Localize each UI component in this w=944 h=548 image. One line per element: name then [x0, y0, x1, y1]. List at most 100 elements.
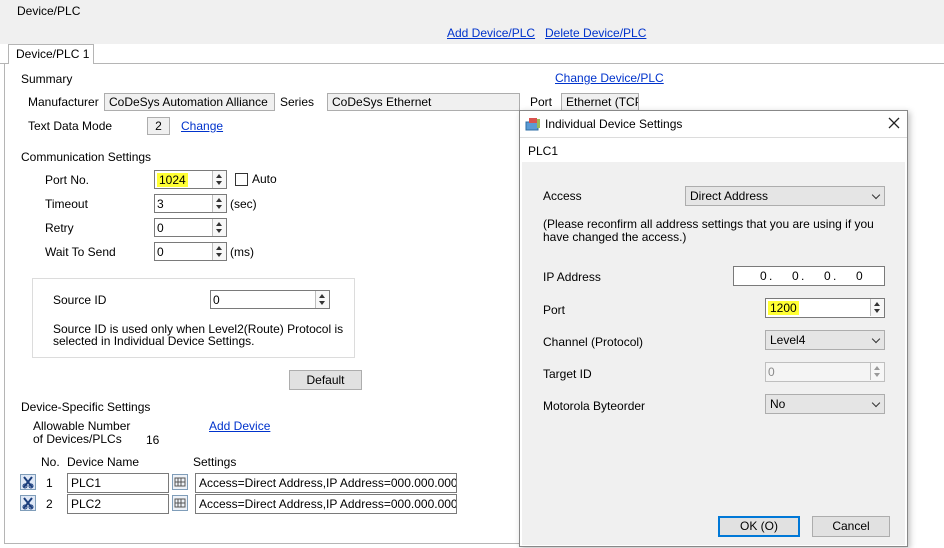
port-stepper[interactable]: 1200	[765, 298, 885, 318]
ip-address-field[interactable]: 0 . 0 . 0 . 0	[733, 266, 885, 286]
source-id-label: Source ID	[53, 293, 107, 307]
row-no: 2	[46, 497, 53, 511]
port-field: Ethernet (TCP)	[561, 93, 639, 111]
ip-octet-4[interactable]: 0	[856, 269, 863, 283]
target-id-value: 0	[768, 365, 775, 379]
spin-up-icon[interactable]	[216, 174, 222, 178]
add-device-link[interactable]: Add Device	[209, 419, 270, 433]
ok-button[interactable]: OK (O)	[718, 516, 800, 537]
close-icon[interactable]	[886, 115, 902, 131]
port-label: Port	[543, 303, 566, 317]
auto-checkbox[interactable]	[235, 173, 248, 186]
chevron-down-icon	[871, 398, 881, 408]
row-no: 1	[46, 476, 53, 490]
timeout-stepper[interactable]: 3	[154, 194, 227, 213]
retry-stepper[interactable]: 0	[154, 218, 227, 237]
window-title: Device/PLC	[17, 4, 81, 18]
timeout-value: 3	[157, 197, 164, 211]
wait-to-send-label: Wait To Send	[45, 245, 116, 259]
target-id-arrows	[870, 363, 884, 380]
access-note-line1: (Please reconfirm all address settings t…	[543, 217, 874, 231]
source-id-arrows[interactable]	[315, 291, 329, 308]
ip-octet-3[interactable]: 0	[824, 269, 831, 283]
spin-down-icon[interactable]	[216, 205, 222, 209]
device-settings-field: Access=Direct Address,IP Address=000.000…	[195, 473, 457, 493]
spin-up-icon[interactable]	[319, 294, 325, 298]
device-name-field[interactable]: PLC2	[67, 494, 169, 514]
dialog-title: Individual Device Settings	[545, 117, 683, 131]
cancel-button[interactable]: Cancel	[812, 516, 890, 537]
timeout-arrows[interactable]	[212, 195, 226, 212]
delete-row-icon[interactable]	[20, 495, 36, 511]
motorola-byteorder-select[interactable]: No	[765, 394, 885, 414]
dialog-separator	[520, 137, 907, 138]
delete-device-plc-link[interactable]: Delete Device/PLC	[545, 26, 646, 40]
spin-down-icon[interactable]	[874, 309, 880, 313]
spin-down-icon[interactable]	[216, 229, 222, 233]
settings-grid-icon[interactable]	[172, 495, 188, 511]
chevron-down-icon	[871, 334, 881, 344]
panel-left-border	[4, 64, 5, 544]
column-header-settings: Settings	[193, 455, 237, 469]
series-label: Series	[280, 95, 315, 109]
wait-to-send-stepper[interactable]: 0	[154, 242, 227, 261]
port-arrows[interactable]	[870, 299, 884, 316]
ip-dot: .	[769, 269, 773, 283]
port-no-value: 1024	[157, 173, 188, 187]
tab-device-plc-1[interactable]: Device/PLC 1	[8, 44, 94, 64]
chevron-down-icon	[871, 190, 881, 200]
auto-label: Auto	[252, 172, 277, 186]
port-no-label: Port No.	[45, 173, 90, 187]
target-id-label: Target ID	[543, 367, 592, 381]
channel-protocol-select[interactable]: Level4	[765, 330, 885, 350]
wait-to-send-value: 0	[157, 245, 164, 259]
spin-down-icon[interactable]	[319, 301, 325, 305]
allowable-number-value: 16	[146, 433, 160, 447]
spin-up-icon[interactable]	[216, 222, 222, 226]
retry-arrows[interactable]	[212, 219, 226, 236]
access-select[interactable]: Direct Address	[685, 186, 885, 206]
access-note-line2: have changed the access.)	[543, 230, 687, 244]
ip-dot: .	[833, 269, 837, 283]
delete-row-icon[interactable]	[20, 474, 36, 490]
access-value: Direct Address	[690, 189, 769, 203]
column-header-no: No.	[41, 455, 60, 469]
dialog-app-icon	[525, 117, 541, 134]
add-device-plc-link[interactable]: Add Device/PLC	[447, 26, 535, 40]
spin-down-icon[interactable]	[216, 181, 222, 185]
device-specific-heading: Device-Specific Settings	[21, 400, 151, 414]
individual-device-settings-dialog: Individual Device Settings PLC1 Access D…	[519, 110, 908, 547]
column-header-device-name: Device Name	[67, 455, 140, 469]
spin-down-icon[interactable]	[216, 253, 222, 257]
device-name-field[interactable]: PLC1	[67, 473, 169, 493]
wait-to-send-unit: (ms)	[230, 245, 254, 259]
source-id-stepper[interactable]: 0	[210, 290, 330, 309]
motorola-byteorder-value: No	[770, 397, 786, 411]
settings-grid-icon[interactable]	[172, 474, 188, 490]
spin-up-icon[interactable]	[874, 302, 880, 306]
device-settings-field: Access=Direct Address,IP Address=000.000…	[195, 494, 457, 514]
retry-label: Retry	[45, 221, 74, 235]
spin-up-icon[interactable]	[216, 246, 222, 250]
ip-octet-2[interactable]: 0	[792, 269, 799, 283]
default-button[interactable]: Default	[289, 370, 362, 390]
port-no-stepper[interactable]: 1024	[154, 170, 227, 189]
manufacturer-label: Manufacturer	[28, 95, 99, 109]
port-no-arrows[interactable]	[212, 171, 226, 188]
change-device-plc-link[interactable]: Change Device/PLC	[555, 71, 664, 85]
port-label: Port	[530, 95, 553, 109]
ip-octet-1[interactable]: 0	[760, 269, 767, 283]
tab-label: Device/PLC 1	[16, 47, 90, 61]
source-id-note-line2: selected in Individual Device Settings.	[53, 334, 255, 348]
target-id-stepper: 0	[765, 362, 885, 382]
text-data-mode-field: 2	[147, 117, 170, 135]
panel-bottom-border	[4, 543, 524, 544]
summary-heading: Summary	[21, 72, 73, 86]
allowable-number-label-line2: of Devices/PLCs	[33, 432, 122, 446]
change-text-mode-link[interactable]: Change	[181, 119, 223, 133]
motorola-byteorder-label: Motorola Byteorder	[543, 399, 646, 413]
spin-up-icon[interactable]	[216, 198, 222, 202]
wait-to-send-arrows[interactable]	[212, 243, 226, 260]
source-id-value: 0	[213, 293, 220, 307]
timeout-label: Timeout	[45, 197, 88, 211]
